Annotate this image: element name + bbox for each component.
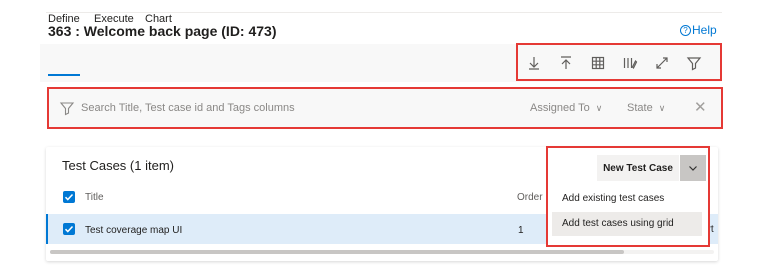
- chevron-down-icon: ∨: [595, 102, 603, 113]
- state-label: State: [627, 102, 653, 114]
- help-label: Help: [692, 23, 717, 37]
- fullscreen-icon[interactable]: [654, 55, 670, 71]
- download-icon[interactable]: [526, 55, 542, 71]
- tab-define[interactable]: Define: [48, 13, 80, 25]
- filter-bar: Assigned To ∨ State ∨ ✕: [47, 87, 723, 129]
- column-options-icon[interactable]: [622, 55, 638, 71]
- select-all-checkbox[interactable]: [63, 191, 75, 203]
- new-test-case-dropdown-button[interactable]: [680, 155, 706, 181]
- chevron-down-icon: [689, 166, 697, 171]
- grid-icon[interactable]: [590, 55, 606, 71]
- assigned-to-dropdown[interactable]: Assigned To ∨: [530, 102, 602, 114]
- toolbar-highlight: [516, 43, 722, 81]
- column-header-title[interactable]: Title: [85, 192, 104, 203]
- horizontal-scrollbar-thumb[interactable]: [50, 250, 624, 254]
- upload-icon[interactable]: [558, 55, 574, 71]
- filter-icon: [59, 100, 75, 116]
- row-checkbox[interactable]: [63, 223, 75, 235]
- new-test-case-button[interactable]: New Test Case: [597, 155, 679, 181]
- filter-toggle-icon[interactable]: [686, 55, 702, 71]
- active-tab-indicator: [48, 74, 80, 76]
- column-header-order[interactable]: Order: [517, 192, 543, 203]
- state-dropdown[interactable]: State ∨: [627, 102, 665, 114]
- menu-item-add-existing[interactable]: Add existing test cases: [552, 187, 702, 211]
- tab-chart[interactable]: Chart: [145, 13, 172, 25]
- help-icon: ?: [680, 24, 691, 36]
- assigned-to-label: Assigned To: [530, 102, 590, 114]
- row-selection-indicator: [46, 214, 48, 244]
- help-link[interactable]: ? Help: [680, 23, 717, 37]
- tab-execute[interactable]: Execute: [94, 13, 134, 25]
- page-title: 363 : Welcome back page (ID: 473): [48, 23, 277, 39]
- row-title[interactable]: Test coverage map UI: [85, 225, 182, 236]
- menu-item-add-using-grid[interactable]: Add test cases using grid: [552, 212, 702, 236]
- chevron-down-icon: ∨: [658, 102, 666, 113]
- clear-filter-icon[interactable]: ✕: [694, 98, 707, 116]
- test-cases-heading: Test Cases (1 item): [62, 158, 174, 173]
- row-order: 1: [518, 225, 524, 236]
- search-input[interactable]: [81, 97, 461, 119]
